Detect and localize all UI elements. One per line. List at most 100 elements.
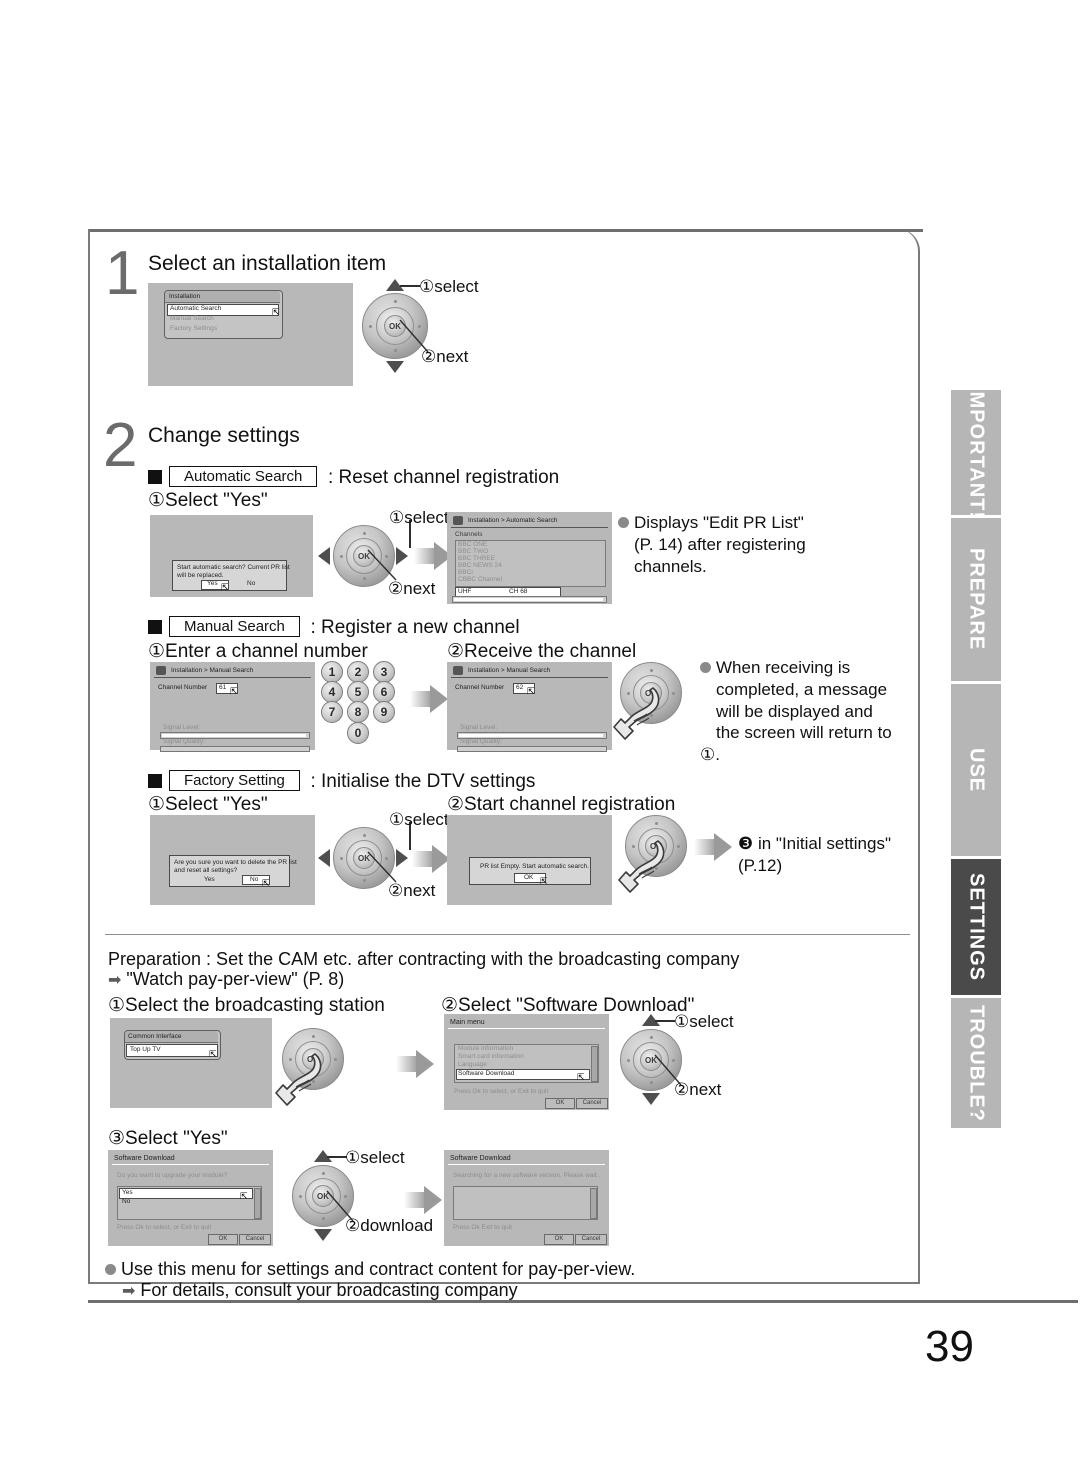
main-menu-screen: Main menu Module information Smart card … xyxy=(444,1014,609,1110)
software-download-screen-2: Software Download Searching for a new so… xyxy=(444,1150,609,1246)
dl1-cancel-button[interactable]: Cancel xyxy=(239,1234,271,1245)
tab-label: TROUBLE? xyxy=(965,1004,988,1122)
dpad-dot-right xyxy=(677,844,680,848)
note-bullet-icon xyxy=(700,662,711,673)
note-line1: ❸ in "Initial settings" xyxy=(738,834,891,853)
key-label: 9 xyxy=(380,705,388,719)
main-menu-listbox: Module information Smart card informatio… xyxy=(454,1044,599,1083)
note-line2: completed, a message xyxy=(716,679,888,699)
main-menu-item-3[interactable]: Software Download xyxy=(458,1070,514,1079)
dl1-ok-button[interactable]: OK xyxy=(208,1234,238,1245)
osd-title: Installation > Automatic Search xyxy=(468,517,558,524)
note-bullet-icon xyxy=(105,1264,116,1275)
keypad-8[interactable]: 8 xyxy=(347,701,369,723)
ci-item-top-up-tv[interactable]: Top Up TV xyxy=(130,1046,161,1055)
dl2-ok-button[interactable]: OK xyxy=(544,1234,574,1245)
dl1-option-no[interactable]: No xyxy=(122,1198,130,1207)
note-line2: (P.12) xyxy=(738,855,783,875)
dpad-arrow-left-icon xyxy=(318,849,330,867)
pointer-cursor-icon: ⇱ xyxy=(209,1049,217,1059)
footer-line-2-text: For details, consult your broadcasting c… xyxy=(140,1280,518,1300)
note-line1: When receiving is xyxy=(716,658,851,677)
channel-number-value: 62 xyxy=(516,684,524,691)
installation-icon xyxy=(453,516,463,525)
progress-bar xyxy=(452,596,607,603)
dpad-dot-up xyxy=(649,669,653,672)
keypad-2[interactable]: 2 xyxy=(347,661,369,683)
channels-label: Channels xyxy=(455,531,483,538)
pointer-cursor-icon: ⇱ xyxy=(577,1072,585,1082)
manual-substep-2: ②Receive the channel xyxy=(447,641,637,662)
dl2-cancel-button[interactable]: Cancel xyxy=(575,1234,607,1245)
button-label: Cancel xyxy=(582,1100,602,1106)
pointer-cursor-icon: ⇱ xyxy=(540,876,548,886)
dpad-arrow-down-icon xyxy=(386,361,404,373)
hand-pointer-icon xyxy=(275,1053,322,1106)
channel-number-label: Channel Number xyxy=(455,684,505,691)
installation-item-2[interactable]: Factory Settings xyxy=(170,325,217,334)
confirm-no-button[interactable]: No xyxy=(247,580,255,589)
installation-icon xyxy=(453,666,463,675)
main-menu-scrollbar[interactable] xyxy=(591,1046,598,1082)
dl1-title-rule xyxy=(112,1164,269,1165)
keypad-0[interactable]: 0 xyxy=(347,722,369,744)
automatic-search-substep: ①Select "Yes" xyxy=(148,490,268,511)
keypad-9[interactable]: 9 xyxy=(373,701,395,723)
channel-number-label: Channel Number xyxy=(158,684,208,691)
dpad-dot-up xyxy=(362,834,366,837)
automatic-search-heading: Automatic Search : Reset channel registr… xyxy=(148,466,559,489)
manual-page: IMPORTANT! PREPARE USE SETTINGS TROUBLE?… xyxy=(0,0,1080,1464)
confirm-yes-button[interactable]: Yes xyxy=(207,580,218,589)
keypad-5[interactable]: 5 xyxy=(347,681,369,703)
pr-list-empty-dialog: PR list Empty. Start automatic search. O… xyxy=(469,857,591,886)
factory-text-line2: and reset all settings? xyxy=(174,867,238,874)
keypad-3[interactable]: 3 xyxy=(373,661,395,683)
dpad-dot-down xyxy=(393,349,397,352)
factory-yes-button[interactable]: Yes xyxy=(204,876,215,885)
keypad-7[interactable]: 7 xyxy=(321,701,343,723)
prep-substep-1: ①Select the broadcasting station xyxy=(108,995,385,1016)
receiving-complete-note: When receiving is completed, a message w… xyxy=(700,657,915,766)
manual-search-screen-1: Installation > Manual Search Channel Num… xyxy=(150,662,315,752)
automatic-search-confirm-screen: Start automatic search? Current PR list … xyxy=(150,515,313,597)
label-select-step1: ①select xyxy=(419,277,479,296)
dpad-dot-up xyxy=(654,822,658,825)
tab-label: USE xyxy=(965,747,988,793)
keypad-6[interactable]: 6 xyxy=(373,681,395,703)
pointer-cursor-icon: ⇱ xyxy=(240,1191,248,1201)
tab-prepare[interactable]: PREPARE xyxy=(951,518,1001,681)
factory-no-button[interactable]: No xyxy=(250,876,258,885)
installation-item-1[interactable]: Manual Search xyxy=(170,315,214,324)
dpad-dot-left xyxy=(627,1058,630,1062)
button-label: OK xyxy=(555,1100,565,1106)
pr-list-empty-ok-button[interactable]: OK xyxy=(524,874,533,883)
tab-trouble[interactable]: TROUBLE? xyxy=(951,998,1001,1128)
dl1-scrollbar[interactable] xyxy=(254,1188,261,1219)
installation-item-0[interactable]: Automatic Search xyxy=(170,305,221,314)
dl1-option-yes[interactable]: Yes xyxy=(122,1189,133,1198)
tab-important[interactable]: IMPORTANT! xyxy=(951,385,1001,520)
dpad-arrow-left-icon xyxy=(318,547,330,565)
channel-5: CBBC Channel xyxy=(458,576,503,583)
keypad-4[interactable]: 4 xyxy=(321,681,343,703)
label-select-auto: ①select xyxy=(389,508,449,527)
keypad-1[interactable]: 1 xyxy=(321,661,343,683)
main-menu-cancel-button[interactable]: Cancel xyxy=(576,1098,608,1109)
bullet-square-icon xyxy=(148,470,162,484)
label-next-step1: ②next xyxy=(421,347,469,366)
tab-use[interactable]: USE xyxy=(951,684,1001,856)
automatic-search-box-label: Automatic Search xyxy=(169,466,318,487)
tab-settings[interactable]: SETTINGS xyxy=(951,859,1001,995)
page-number: 39 xyxy=(925,1322,974,1371)
dl2-message: Searching for a new software version. Pl… xyxy=(453,1172,601,1179)
dpad-dot-up xyxy=(362,532,366,535)
button-label: Cancel xyxy=(581,1236,601,1242)
footer-note-1: Use this menu for settings and contract … xyxy=(105,1258,805,1281)
main-menu-title-rule xyxy=(448,1028,605,1029)
dl2-scrollbar[interactable] xyxy=(590,1188,597,1219)
label-next-auto: ②next xyxy=(388,579,436,598)
factory-substep-2: ②Start channel registration xyxy=(447,794,676,815)
main-menu-ok-button[interactable]: OK xyxy=(545,1098,575,1109)
tab-label: SETTINGS xyxy=(965,872,988,981)
key-label: 7 xyxy=(328,705,336,719)
